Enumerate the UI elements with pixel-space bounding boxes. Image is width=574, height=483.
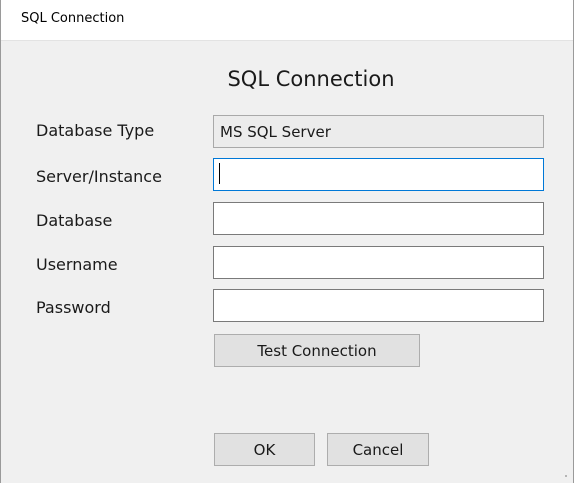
- cancel-button[interactable]: Cancel: [327, 433, 429, 466]
- window-title: SQL Connection: [21, 11, 125, 26]
- database-type-value: MS SQL Server: [220, 122, 331, 141]
- server-instance-label: Server/Instance: [36, 167, 162, 186]
- database-type-field: MS SQL Server: [213, 115, 544, 148]
- username-label: Username: [36, 255, 118, 274]
- sql-connection-dialog: SQL Connection SQL Connection Database T…: [0, 0, 574, 483]
- username-input[interactable]: [213, 246, 544, 279]
- resize-grip-icon[interactable]: [565, 475, 567, 477]
- database-type-label: Database Type: [36, 121, 155, 140]
- text-caret: [219, 163, 220, 184]
- ok-button[interactable]: OK: [214, 433, 315, 466]
- server-instance-input[interactable]: [213, 158, 544, 191]
- password-label: Password: [36, 298, 111, 317]
- database-label: Database: [36, 211, 113, 230]
- database-input[interactable]: [213, 202, 544, 235]
- form-heading: SQL Connection: [227, 67, 395, 91]
- test-connection-button[interactable]: Test Connection: [214, 334, 420, 367]
- title-bar[interactable]: SQL Connection: [1, 0, 573, 41]
- password-input[interactable]: [213, 289, 544, 322]
